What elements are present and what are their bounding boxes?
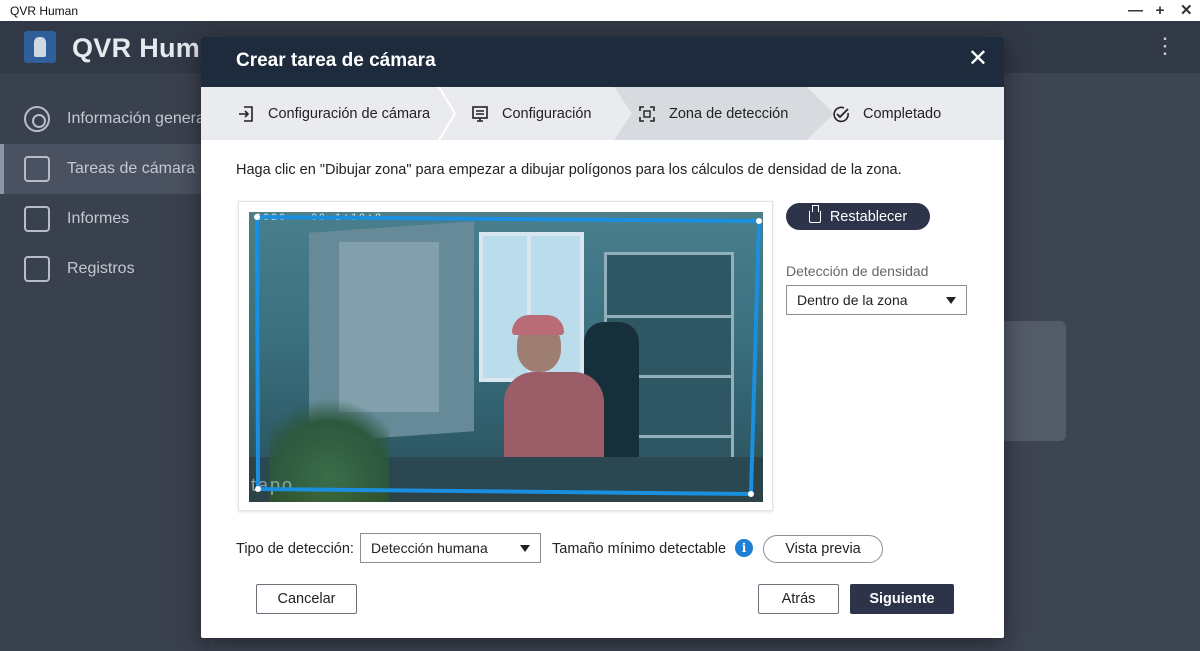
reset-button-label: Restablecer: [829, 208, 908, 225]
detection-type-value: Detección humana: [371, 540, 488, 556]
broom-icon: [808, 204, 821, 223]
detection-type-label: Tipo de detección:: [236, 541, 354, 557]
instruction-text: Haga clic en "Dibujar zona" para empezar…: [236, 162, 902, 178]
scan-frame-icon: [639, 105, 655, 122]
cancel-button[interactable]: Cancelar: [256, 584, 357, 614]
sidebar-item-label: Información general: [67, 110, 209, 127]
density-detection-value: Dentro de la zona: [797, 292, 908, 308]
density-detection-select[interactable]: Dentro de la zona: [786, 285, 967, 315]
monitor-settings-icon: [472, 105, 488, 122]
step-completed: Completado: [832, 87, 941, 140]
step-label: Zona de detección: [669, 105, 789, 122]
zone-vertex-handle[interactable]: [254, 214, 260, 220]
check-circle-icon: [833, 106, 849, 122]
dialog-title: Crear tarea de cámara: [236, 50, 436, 71]
camera-preview-card: 2020- -00 1:10:0 tapo: [238, 201, 773, 511]
sidebar-item-overview[interactable]: Información general: [0, 94, 210, 144]
close-window-icon[interactable]: ✕: [1180, 0, 1193, 21]
window-title-bar: QVR Human — + ✕: [0, 0, 1200, 21]
dialog-header: Crear tarea de cámara ✕: [201, 37, 1004, 87]
sidebar-item-label: Informes: [67, 210, 130, 227]
detection-zone-polygon[interactable]: [249, 212, 763, 502]
zone-vertex-handle[interactable]: [756, 218, 762, 224]
info-icon[interactable]: i: [735, 539, 753, 557]
step-label: Configuración: [502, 105, 592, 122]
density-detection-label: Detección de densidad: [786, 263, 929, 279]
zone-vertex-handle[interactable]: [748, 491, 754, 497]
camera-preview[interactable]: 2020- -00 1:10:0 tapo: [249, 212, 763, 502]
bar-chart-icon: [24, 206, 50, 232]
step-separator: [438, 87, 457, 140]
sidebar-item-label: Registros: [67, 260, 135, 277]
window-title: QVR Human: [10, 3, 79, 18]
zone-vertex-handle[interactable]: [255, 486, 261, 492]
back-button[interactable]: Atrás: [758, 584, 839, 614]
sidebar-item-camera-tasks[interactable]: Tareas de cámara: [0, 144, 210, 194]
sidebar: Información general Tareas de cámara Inf…: [0, 73, 210, 651]
more-options-icon[interactable]: ⋮: [1154, 35, 1176, 57]
detection-type-select[interactable]: Detección humana: [360, 533, 541, 563]
task-board-icon: [24, 156, 50, 182]
clipboard-icon: [24, 256, 50, 282]
background-folder-graphic: [1000, 321, 1066, 441]
login-arrow-icon: [239, 105, 253, 122]
window-controls: — + ✕: [1128, 0, 1193, 21]
min-detectable-size-label: Tamaño mínimo detectable: [552, 541, 727, 557]
step-detection-zone: Zona de detección: [638, 87, 788, 140]
minimize-icon[interactable]: —: [1128, 0, 1143, 21]
sidebar-item-label: Tareas de cámara: [67, 160, 196, 177]
sidebar-item-reports[interactable]: Informes: [0, 194, 210, 244]
close-icon[interactable]: ✕: [968, 47, 988, 71]
step-configuration: Configuración: [471, 87, 591, 140]
preview-button[interactable]: Vista previa: [763, 535, 883, 563]
reset-button[interactable]: Restablecer: [786, 203, 930, 230]
caret-down-icon: [946, 297, 956, 304]
step-label: Completado: [863, 105, 942, 122]
next-button[interactable]: Siguiente: [850, 584, 954, 614]
maximize-icon[interactable]: +: [1154, 0, 1166, 21]
step-camera-config: Configuración de cámara: [237, 87, 430, 140]
wizard-steps: Configuración de cámara Configuración Zo…: [201, 87, 1004, 140]
create-camera-task-dialog: Crear tarea de cámara ✕ Configuración de…: [201, 37, 1004, 638]
caret-down-icon: [520, 545, 530, 552]
dashboard-icon: [24, 106, 50, 132]
app-logo-icon: [24, 31, 56, 63]
step-label: Configuración de cámara: [268, 105, 431, 122]
sidebar-item-logs[interactable]: Registros: [0, 244, 210, 294]
